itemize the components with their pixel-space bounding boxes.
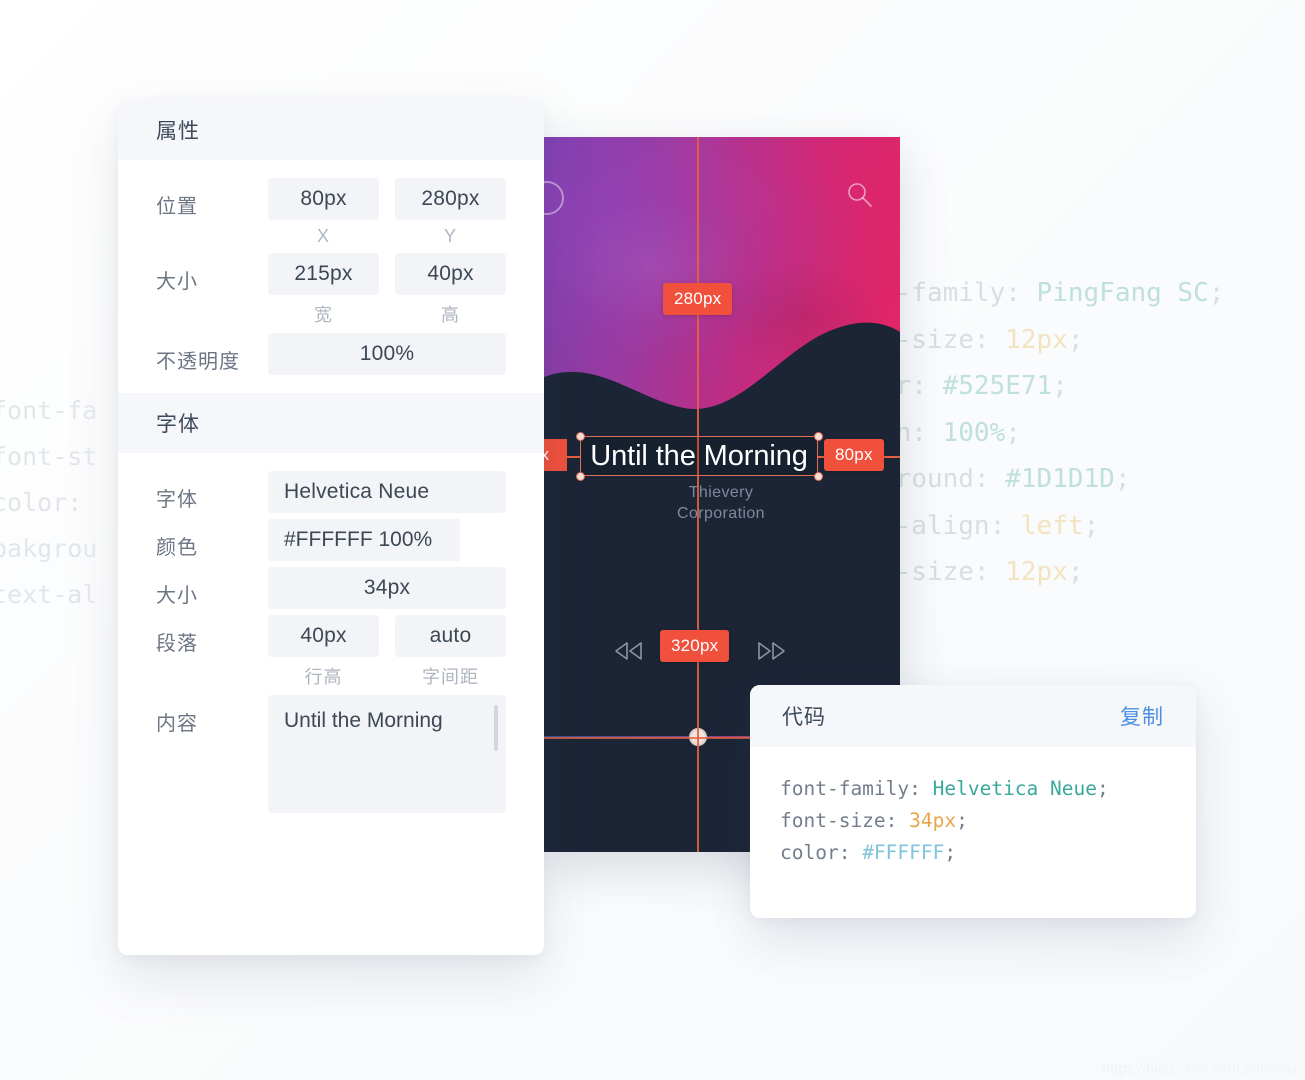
- section-header-properties: 属性: [118, 100, 544, 160]
- search-icon[interactable]: [846, 181, 874, 209]
- content-scrollbar[interactable]: [494, 705, 498, 751]
- section-body-font: 字体 Helvetica Neue 颜色 #FFFFFF 100% 大小 34p…: [118, 453, 544, 831]
- content-value: Until the Morning: [284, 709, 443, 732]
- font-size-input[interactable]: 34px: [268, 567, 506, 609]
- position-x-sublabel: X: [316, 226, 330, 246]
- line-height-sublabel: 行高: [304, 667, 343, 687]
- copy-button[interactable]: 复制: [1120, 701, 1164, 731]
- row-paragraph: 段落 40px 行高 auto 字间距: [118, 615, 544, 689]
- selection-handle-top-right[interactable]: [814, 432, 823, 441]
- row-label-font-family: 字体: [156, 489, 198, 511]
- selection-handle-bottom-right[interactable]: [814, 472, 823, 481]
- position-y-sublabel: Y: [443, 226, 457, 246]
- row-opacity: 不透明度 100%: [118, 333, 544, 375]
- font-color-value: #FFFFFF 100%: [284, 528, 433, 551]
- font-color-field[interactable]: #FFFFFF 100%: [268, 519, 506, 561]
- position-x-input[interactable]: 80px: [268, 178, 379, 220]
- rewind-icon[interactable]: [612, 640, 646, 662]
- measure-badge-bottom: 320px: [660, 630, 730, 662]
- row-label-font-color: 颜色: [156, 537, 198, 559]
- background-code-right: t-family: PingFang SC; t-size: 12px; or:…: [880, 278, 1225, 587]
- code-panel-header: 代码 复制: [750, 685, 1196, 747]
- selection-handle-top-left[interactable]: [576, 432, 585, 441]
- measure-badge-right: 80px: [824, 439, 884, 471]
- background-code-left: font-fa font-st color: bakgrou text-al: [0, 396, 98, 609]
- row-font-size: 大小 34px: [118, 567, 544, 609]
- selection-handle-bottom-left[interactable]: [576, 472, 585, 481]
- row-label-content: 内容: [156, 713, 198, 735]
- fast-forward-icon[interactable]: [754, 640, 788, 662]
- code-panel-title: 代码: [782, 706, 826, 729]
- row-font-family: 字体 Helvetica Neue: [118, 471, 544, 513]
- row-label-size: 大小: [156, 271, 198, 293]
- position-y-input[interactable]: 280px: [395, 178, 506, 220]
- row-label-opacity: 不透明度: [156, 351, 240, 373]
- color-swatch[interactable]: [460, 519, 506, 561]
- opacity-input[interactable]: 100%: [268, 333, 506, 375]
- row-size: 大小 215px 宽 40px 高: [118, 253, 544, 327]
- row-label-position: 位置: [156, 196, 198, 218]
- canvas-stage: font-fa font-st color: bakgrou text-al t…: [0, 0, 1305, 1080]
- row-label-paragraph: 段落: [156, 633, 198, 655]
- size-width-sublabel: 宽: [314, 305, 333, 325]
- measure-badge-top: 280px: [663, 283, 733, 315]
- measure-tick-right-outer: [884, 456, 900, 458]
- row-label-font-size: 大小: [156, 585, 198, 607]
- section-header-font: 字体: [118, 393, 544, 453]
- row-font-color: 颜色 #FFFFFF 100%: [118, 519, 544, 561]
- watermark: https://blog.csdn.net/Lemonliyi: [1102, 1060, 1297, 1076]
- letter-spacing-input[interactable]: auto: [395, 615, 506, 657]
- artist-line-1: Thievery: [688, 484, 754, 501]
- content-textarea[interactable]: Until the Morning: [268, 695, 506, 813]
- letter-spacing-sublabel: 字间距: [422, 667, 479, 687]
- line-height-input[interactable]: 40px: [268, 615, 379, 657]
- artist-line-2: Corporation: [676, 505, 765, 522]
- size-width-input[interactable]: 215px: [268, 253, 379, 295]
- section-body-properties: 位置 80px X 280px Y 大小 215px 宽 40px 高 不透明度…: [118, 160, 544, 393]
- selected-text: Until the Morning: [590, 439, 808, 472]
- size-height-input[interactable]: 40px: [395, 253, 506, 295]
- font-family-input[interactable]: Helvetica Neue: [268, 471, 506, 513]
- properties-panel: 属性 位置 80px X 280px Y 大小 215px 宽 40px 高 不…: [118, 100, 544, 955]
- vertical-guide: [697, 137, 699, 852]
- code-panel-body: font-family: Helvetica Neue; font-size: …: [780, 777, 1109, 864]
- code-panel: 代码 复制 font-family: Helvetica Neue; font-…: [750, 685, 1196, 918]
- measure-tick-left: [565, 456, 581, 458]
- row-content: 内容 Until the Morning: [118, 695, 544, 813]
- row-position: 位置 80px X 280px Y: [118, 178, 544, 247]
- size-height-sublabel: 高: [441, 305, 460, 325]
- artist-name: Thievery Corporation: [542, 482, 900, 524]
